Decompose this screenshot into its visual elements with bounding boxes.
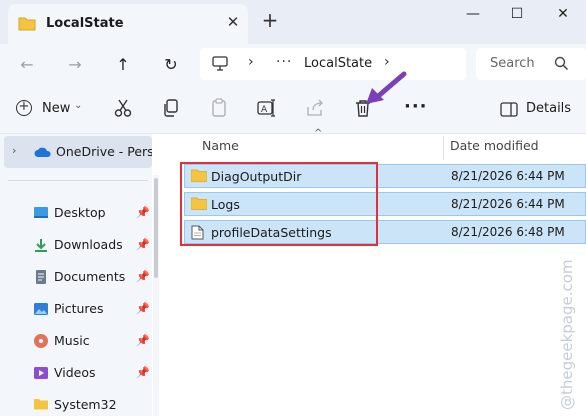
refresh-button[interactable]: ↻	[158, 52, 184, 78]
tab-title: LocalState	[46, 16, 124, 31]
forward-button[interactable]: →	[62, 52, 88, 78]
pictures-icon	[34, 302, 48, 316]
pin-icon: 📌	[136, 366, 150, 379]
navigation-bar: ← → ↑ ↻ › ··· LocalState › Search	[0, 44, 586, 86]
minimize-button[interactable]: —	[458, 2, 488, 26]
back-button[interactable]: ←	[14, 52, 40, 78]
tab-localstate[interactable]: LocalState ✕	[8, 4, 248, 44]
annotation-arrow	[366, 71, 407, 104]
documents-icon	[34, 270, 48, 284]
file-date: 8/21/2026 6:48 PM	[451, 225, 565, 239]
breadcrumb-overflow[interactable]: ···	[276, 54, 292, 70]
sidebar-item-pictures[interactable]: Pictures 📌	[30, 298, 152, 322]
folder-icon	[18, 16, 36, 34]
new-tab-button[interactable]: +	[260, 10, 280, 30]
close-window-button[interactable]: ✕	[548, 2, 578, 26]
pin-icon: 📌	[136, 238, 150, 251]
pin-icon: 📌	[136, 270, 150, 283]
breadcrumb-separator[interactable]: ›	[384, 54, 390, 70]
computer-icon	[212, 56, 228, 74]
copy-icon[interactable]	[160, 98, 182, 122]
sort-indicator: ^	[314, 128, 323, 139]
paste-icon[interactable]	[208, 98, 230, 122]
folder-icon	[34, 398, 48, 412]
column-divider[interactable]	[443, 136, 444, 160]
sidebar-item-label: Downloads	[54, 237, 123, 252]
file-date: 8/21/2026 6:44 PM	[451, 169, 565, 183]
sidebar-item-label: System32	[54, 397, 117, 412]
breadcrumb-localstate[interactable]: LocalState	[304, 56, 372, 71]
new-label: New	[42, 101, 71, 116]
cut-icon[interactable]	[112, 98, 134, 122]
title-bar: LocalState ✕ + — ☐ ✕	[0, 0, 586, 44]
sidebar-item-label: Desktop	[54, 205, 106, 220]
share-icon[interactable]	[304, 98, 326, 122]
sidebar-item-system32[interactable]: System32	[30, 394, 152, 416]
breadcrumb-separator[interactable]: ›	[248, 54, 254, 70]
plus-icon: +	[16, 100, 32, 116]
command-bar: + New ⌄ A ··· Details	[0, 86, 586, 134]
sidebar-item-label: Music	[54, 333, 90, 348]
sidebar-item-videos[interactable]: Videos 📌	[30, 362, 152, 386]
search-input[interactable]: Search	[490, 56, 535, 71]
sidebar-item-desktop[interactable]: Desktop 📌	[30, 202, 152, 226]
search-box[interactable]: Search	[476, 48, 586, 80]
close-tab-icon[interactable]: ✕	[224, 13, 242, 31]
sidebar-item-music[interactable]: Music 📌	[30, 330, 152, 354]
cloud-icon	[34, 146, 52, 161]
sidebar-scroll-thumb[interactable]	[154, 178, 158, 278]
navigation-pane: › OneDrive - Person Desktop 📌 Downloads …	[0, 134, 152, 416]
sidebar-item-label: Documents	[54, 269, 126, 284]
up-button[interactable]: ↑	[110, 52, 136, 78]
column-header-name[interactable]: Name	[202, 138, 239, 153]
new-button[interactable]: + New ⌄	[16, 98, 88, 122]
sidebar-item-label: Videos	[54, 365, 96, 380]
rename-icon[interactable]: A	[256, 98, 278, 122]
sidebar-item-downloads[interactable]: Downloads 📌	[30, 234, 152, 258]
sidebar-item-label: Pictures	[54, 301, 104, 316]
desktop-icon	[34, 206, 48, 220]
sidebar-divider	[8, 180, 148, 181]
sidebar-item-label: OneDrive - Person	[56, 144, 152, 159]
sidebar-item-documents[interactable]: Documents 📌	[30, 266, 152, 290]
chevron-down-icon: ⌄	[74, 100, 83, 111]
sidebar-item-onedrive[interactable]: › OneDrive - Person	[4, 136, 152, 168]
svg-text:A: A	[261, 105, 268, 115]
chevron-right-icon[interactable]: ›	[12, 144, 16, 157]
downloads-icon	[34, 238, 48, 252]
details-pane-icon	[500, 102, 518, 120]
column-header-date-modified[interactable]: Date modified	[450, 138, 539, 153]
watermark: @thegeekpage.com	[558, 259, 576, 410]
search-icon	[554, 56, 569, 74]
selection-highlight-annotation	[180, 162, 378, 246]
details-label: Details	[526, 101, 572, 116]
pin-icon: 📌	[136, 302, 150, 315]
pin-icon: 📌	[136, 334, 150, 347]
pin-icon: 📌	[136, 206, 150, 219]
maximize-button[interactable]: ☐	[502, 2, 532, 26]
address-bar[interactable]: › ··· LocalState ›	[200, 48, 466, 80]
music-icon	[34, 334, 48, 348]
file-date: 8/21/2026 6:44 PM	[451, 197, 565, 211]
videos-icon	[34, 366, 48, 380]
